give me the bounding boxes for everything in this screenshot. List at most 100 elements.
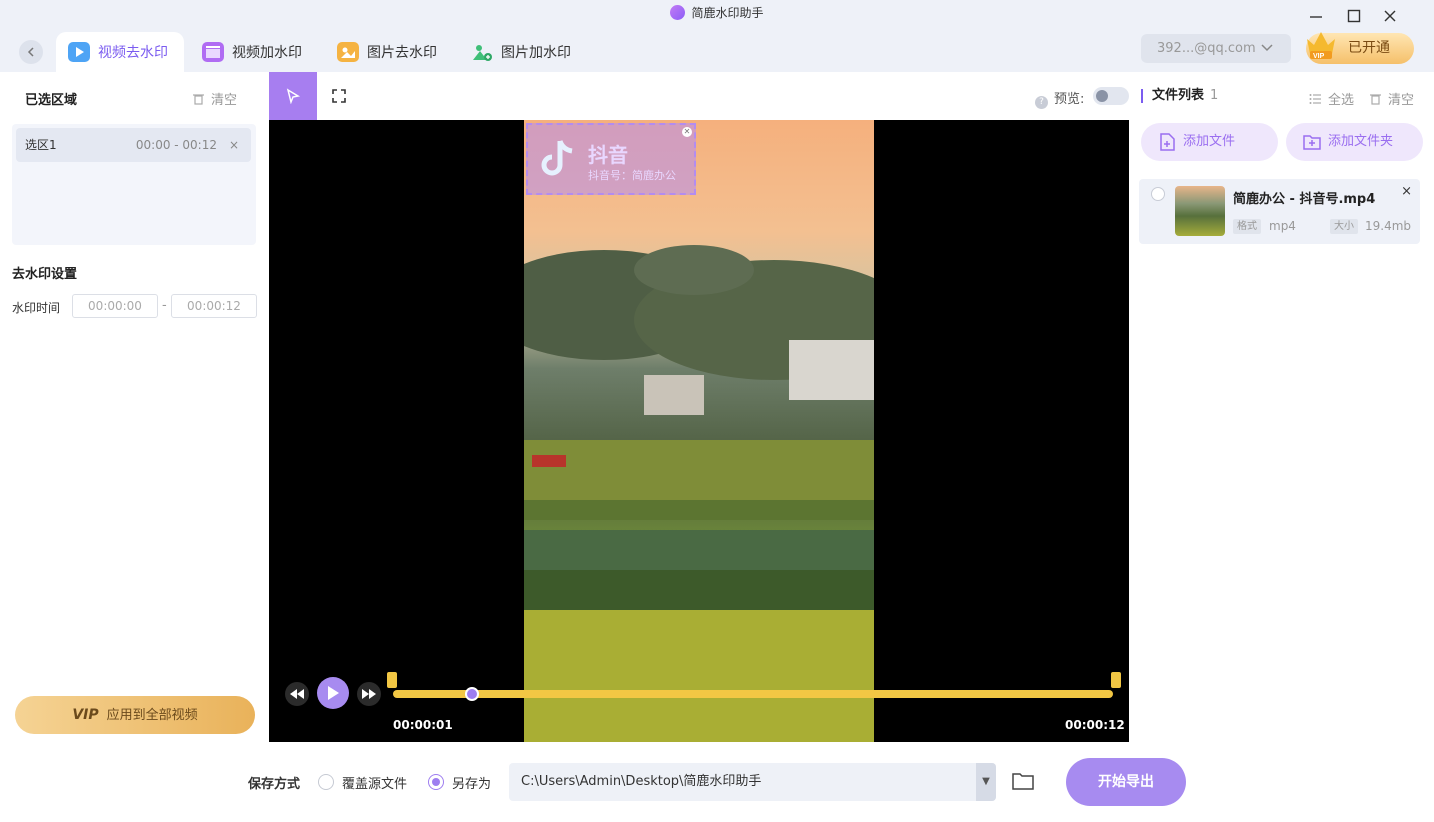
watermark-text: 抖音 [588,143,628,167]
apply-to-all-button[interactable]: VIP 应用到全部视频 [15,696,255,734]
output-path-select[interactable]: C:\Users\Admin\Desktop\简鹿水印助手 ▼ [509,763,996,801]
rewind-button[interactable] [285,682,309,706]
preview-label: ? 预览: [1035,88,1084,109]
app-title: 简鹿水印助手 [0,4,1434,21]
remove-region-button[interactable]: × [229,128,239,162]
rewind-icon [290,689,304,699]
play-icon [328,686,339,700]
close-icon [1384,10,1396,22]
select-tool-button[interactable] [269,72,317,120]
maximize-icon [1347,9,1361,23]
add-folder-icon [1303,135,1321,150]
playhead-knob[interactable] [465,687,480,701]
time-dash: - [162,298,167,313]
file-size: 19.4mb [1365,219,1412,233]
file-name: 简鹿办公 - 抖音号.mp4 [1233,192,1376,207]
chevron-down-icon [1261,34,1273,63]
maximize-button[interactable] [1344,6,1364,26]
size-tag: 大小 [1330,219,1358,234]
svg-text:VIP: VIP [1313,53,1325,60]
start-time-input[interactable]: 00:00:00 [72,294,158,318]
open-folder-button[interactable] [1011,770,1035,792]
video-erase-icon [68,42,90,62]
overwrite-radio[interactable] [318,774,334,790]
select-all-button[interactable]: 全选 [1309,89,1354,108]
add-folder-button[interactable]: 添加文件夹 [1286,123,1423,161]
fullscreen-icon [332,89,346,103]
file-count: 1 [1210,88,1219,103]
preview-toggle[interactable] [1093,87,1129,105]
file-checkbox[interactable] [1151,187,1165,201]
region-list: 选区1 00:00 - 00:12 × [12,124,256,245]
fast-forward-button[interactable] [357,682,381,706]
vip-status-button[interactable]: VIP 已开通 [1306,32,1414,64]
video-add-icon [202,42,224,62]
app-logo-icon [670,5,686,20]
start-export-button[interactable]: 开始导出 [1066,758,1186,806]
output-path: C:\Users\Admin\Desktop\简鹿水印助手 [521,774,762,789]
tab-video-add-watermark[interactable]: 视频加水印 [190,32,318,72]
fast-forward-icon [362,689,376,699]
back-button[interactable] [19,40,43,64]
left-panel: 已选区域 清空 选区1 00:00 - 00:12 × 去水印设置 水印时间 0… [0,72,269,822]
app-title-text: 简鹿水印助手 [691,6,764,20]
watermark-settings-title: 去水印设置 [12,267,78,282]
selected-regions-title: 已选区域 [25,93,78,108]
help-icon[interactable]: ? [1035,96,1048,109]
region-time: 00:00 - 00:12 [135,138,217,152]
dropdown-arrow-icon[interactable]: ▼ [976,763,996,801]
tab-video-remove-watermark[interactable]: 视频去水印 [56,32,184,72]
video-player: 抖音 抖音号：简鹿办公 ✕ 00:00:01 00:00:12 [269,120,1129,742]
end-time: 00:00:12 [1065,718,1125,732]
cursor-icon [286,88,301,104]
file-list-panel: 文件列表 1 全选 清空 添加文件 添加文件夹 简鹿办公 - 抖音号.mp4 × … [1129,72,1434,742]
region-name: 选区1 [25,138,57,152]
save-options-bar: 保存方式 覆盖源文件 另存为 C:\Users\Admin\Desktop\简鹿… [0,742,1434,822]
current-time: 00:00:01 [393,718,453,732]
remove-selection-button[interactable]: ✕ [682,127,692,137]
account-dropdown[interactable]: 392...@qq.com [1141,34,1291,63]
end-time-input[interactable]: 00:00:12 [171,294,257,318]
video-frame [524,120,874,742]
trash-icon [193,94,204,105]
watermark-selection-box[interactable]: 抖音 抖音号：简鹿办公 ✕ [526,123,696,195]
tiktok-logo-icon [541,140,573,176]
clear-regions-button[interactable]: 清空 [192,89,237,108]
video-scene [524,245,874,742]
add-file-button[interactable]: 添加文件 [1141,123,1278,161]
account-email: 392...@qq.com [1157,41,1256,56]
title-bar: 简鹿水印助手 视频去水印 视频加水印 图片去水印 图片加水印 392...@qq… [0,0,1434,72]
chevron-left-icon [27,47,34,57]
file-list-title: 文件列表 1 [1141,89,1218,103]
image-erase-icon [337,42,359,62]
tab-image-add-watermark[interactable]: 图片加水印 [459,32,587,72]
minimize-button[interactable] [1306,6,1326,26]
file-thumbnail [1175,186,1225,236]
tab-label: 视频去水印 [98,45,168,61]
play-button[interactable] [317,677,349,709]
clear-files-button[interactable]: 清空 [1369,89,1414,108]
minimize-icon [1310,16,1322,18]
watermark-time-label: 水印时间 [12,301,61,315]
timeline-track[interactable] [393,690,1113,698]
folder-icon [1012,773,1034,790]
save-as-radio[interactable] [428,774,444,790]
tab-label: 视频加水印 [232,45,302,61]
trash-icon [1370,94,1381,105]
fullscreen-button[interactable] [329,86,349,106]
overwrite-label[interactable]: 覆盖源文件 [342,773,407,792]
remove-file-button[interactable]: × [1401,184,1412,199]
timeline-start-handle[interactable] [387,672,397,688]
region-item[interactable]: 选区1 00:00 - 00:12 × [16,128,251,162]
close-window-button[interactable] [1380,6,1400,26]
tab-image-remove-watermark[interactable]: 图片去水印 [325,32,453,72]
save-as-label[interactable]: 另存为 [452,773,491,792]
format-tag: 格式 [1233,219,1261,234]
file-item[interactable]: 简鹿办公 - 抖音号.mp4 × 格式 mp4 大小 19.4mb [1139,179,1420,244]
vip-status-label: 已开通 [1348,40,1390,56]
timeline-end-handle[interactable] [1111,672,1121,688]
image-add-icon [471,42,493,62]
tab-label: 图片加水印 [501,45,571,61]
canvas-toolbar: ? 预览: [269,72,1129,120]
vip-crown-icon: VIP [1304,27,1338,61]
